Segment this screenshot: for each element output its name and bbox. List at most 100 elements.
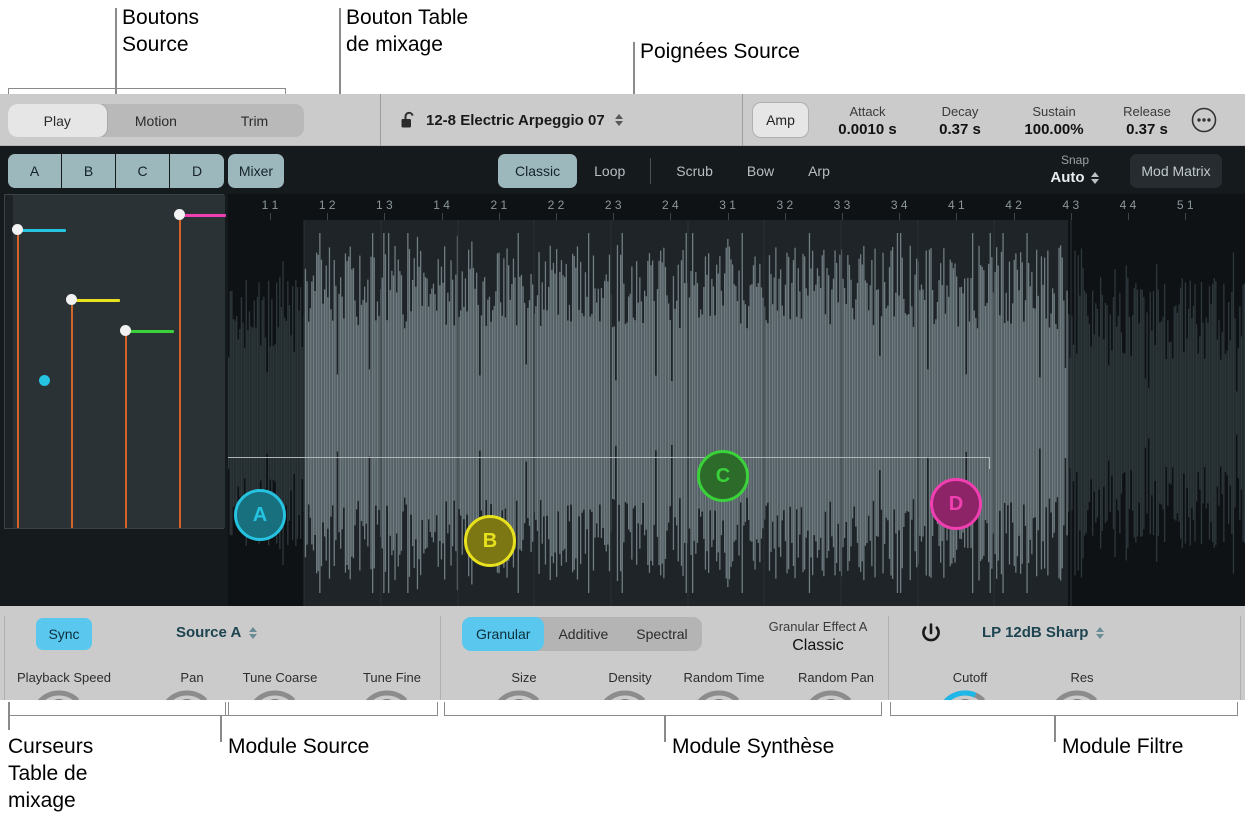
preset-stepper-icon[interactable] bbox=[614, 114, 624, 126]
mixer-level-c[interactable] bbox=[130, 330, 174, 333]
mixer-level-d[interactable] bbox=[184, 214, 226, 217]
snap-stepper-icon[interactable] bbox=[1090, 171, 1100, 184]
source-button-group[interactable]: A B C D bbox=[8, 154, 224, 188]
preset-name[interactable]: 12-8 Electric Arpeggio 07 bbox=[426, 112, 605, 129]
knob-dial[interactable] bbox=[688, 688, 760, 700]
power-icon[interactable] bbox=[920, 622, 942, 646]
mixer-channel-b[interactable] bbox=[67, 195, 121, 528]
view-mode-segmented-control[interactable]: Play Motion Trim bbox=[8, 104, 304, 137]
knob-dial[interactable] bbox=[28, 688, 100, 700]
snap-value[interactable]: Auto bbox=[1050, 169, 1084, 186]
envelope-decay[interactable]: Decay 0.37 s bbox=[915, 101, 1005, 141]
knob-dial[interactable] bbox=[156, 688, 228, 700]
envelope-decay-value[interactable]: 0.37 s bbox=[939, 120, 981, 139]
tab-motion[interactable]: Motion bbox=[107, 104, 206, 137]
module-divider-3 bbox=[888, 616, 889, 700]
sync-button[interactable]: Sync bbox=[36, 618, 92, 650]
granular-effect-value[interactable]: Classic bbox=[755, 635, 881, 656]
mod-matrix-button[interactable]: Mod Matrix bbox=[1130, 154, 1222, 188]
knob-size[interactable]: Size bbox=[472, 670, 576, 700]
envelope-attack[interactable]: Attack 0.0010 s bbox=[820, 101, 915, 141]
knob-dial[interactable] bbox=[594, 688, 666, 700]
knob-random-pan[interactable]: Random Pan bbox=[784, 670, 888, 700]
source-button-b[interactable]: B bbox=[62, 154, 116, 188]
envelope-sustain-value[interactable]: 100.00% bbox=[1024, 120, 1083, 139]
envelope-sustain[interactable]: Sustain 100.00% bbox=[1005, 101, 1103, 141]
play-mode-scrub[interactable]: Scrub bbox=[659, 154, 730, 188]
knob-res[interactable]: Res bbox=[1030, 670, 1134, 700]
play-mode-group[interactable]: Classic Loop Scrub Bow Arp bbox=[498, 154, 847, 188]
knob-dial[interactable] bbox=[488, 688, 560, 700]
callout-boutons-source: Boutons Source bbox=[122, 6, 200, 56]
source-handle-d[interactable]: D bbox=[930, 478, 982, 530]
source-handle-b[interactable]: B bbox=[464, 515, 516, 567]
envelope-release[interactable]: Release 0.37 s bbox=[1103, 101, 1191, 141]
more-options-icon[interactable] bbox=[1190, 106, 1218, 134]
mixer-handle-b[interactable] bbox=[66, 294, 77, 305]
snap-control[interactable]: Snap Auto bbox=[1030, 152, 1120, 186]
mixer-channel-a[interactable] bbox=[13, 195, 67, 528]
ruler-tick-1-1: 1 1 bbox=[261, 198, 279, 212]
ruler-mark bbox=[270, 213, 271, 220]
mixer-button[interactable]: Mixer bbox=[228, 154, 284, 188]
tab-play[interactable]: Play bbox=[8, 104, 107, 137]
knob-dial[interactable] bbox=[244, 688, 316, 700]
ruler-mark bbox=[498, 213, 500, 220]
source-selector-stepper-icon[interactable] bbox=[248, 626, 258, 639]
play-mode-loop[interactable]: Loop bbox=[577, 154, 642, 188]
play-mode-arp[interactable]: Arp bbox=[791, 154, 847, 188]
mixer-faders-panel[interactable] bbox=[4, 194, 226, 529]
knob-tune-coarse[interactable]: Tune Coarse bbox=[228, 670, 332, 700]
tab-trim[interactable]: Trim bbox=[205, 104, 304, 137]
leader-module-source bbox=[220, 716, 222, 742]
envelope-attack-value[interactable]: 0.0010 s bbox=[838, 120, 896, 139]
knob-random-time[interactable]: Random Time bbox=[672, 670, 776, 700]
ruler-mark bbox=[1128, 213, 1129, 220]
knob-tune-fine[interactable]: Tune Fine bbox=[340, 670, 444, 700]
source-handle-a[interactable]: A bbox=[234, 489, 286, 541]
mixer-channel-d[interactable] bbox=[175, 195, 225, 528]
granular-effect-display[interactable]: Granular Effect A Classic bbox=[755, 618, 881, 656]
preset-browser[interactable]: 12-8 Electric Arpeggio 07 bbox=[400, 94, 624, 146]
source-selector[interactable]: Source A bbox=[176, 624, 258, 641]
mixer-handle-a[interactable] bbox=[12, 224, 23, 235]
mixer-channel-c[interactable] bbox=[121, 195, 175, 528]
source-handle-c[interactable]: C bbox=[697, 450, 749, 502]
waveform-display[interactable]: 1 1 1 2 1 3 1 4 2 1 2 2 2 3 2 4 3 1 3 2 3 3 3 4 4 1 4… bbox=[228, 194, 1245, 606]
unlocked-padlock-icon[interactable] bbox=[400, 111, 417, 130]
source-toolbar: A B C D Mixer Classic Loop Scrub Bow Arp… bbox=[0, 146, 1245, 194]
source-button-a[interactable]: A bbox=[8, 154, 62, 188]
ruler-tick-4-1: 4 1 bbox=[948, 198, 965, 212]
mixer-handle-d[interactable] bbox=[174, 209, 185, 220]
mixer-handle-c[interactable] bbox=[120, 325, 131, 336]
knob-cutoff[interactable]: Cutoff bbox=[918, 670, 1022, 700]
source-selection-bracket[interactable] bbox=[228, 457, 990, 469]
timeline-ruler[interactable]: 1 1 1 2 1 3 1 4 2 1 2 2 2 3 2 4 3 1 3 2 3 3 3 4 4 1 4… bbox=[228, 194, 1245, 220]
knob-dial[interactable] bbox=[800, 688, 872, 700]
envelope-attack-label: Attack bbox=[849, 104, 886, 119]
source-button-c[interactable]: C bbox=[116, 154, 170, 188]
mixer-level-b[interactable] bbox=[76, 299, 120, 302]
mixer-level-a[interactable] bbox=[22, 229, 66, 232]
engine-spectral[interactable]: Spectral bbox=[622, 617, 701, 651]
play-mode-bow[interactable]: Bow bbox=[730, 154, 791, 188]
engine-additive[interactable]: Additive bbox=[544, 617, 622, 651]
engine-granular[interactable]: Granular bbox=[462, 617, 545, 651]
filter-type-selector[interactable]: LP 12dB Sharp bbox=[982, 624, 1105, 641]
ruler-tick-1-2: 1 2 bbox=[318, 198, 336, 212]
knob-dial[interactable] bbox=[1046, 688, 1118, 700]
knob-density[interactable]: Density bbox=[578, 670, 682, 700]
knob-dial[interactable] bbox=[934, 688, 1006, 700]
ruler-tick-3-4: 3 4 bbox=[890, 198, 908, 212]
knob-dial[interactable] bbox=[356, 688, 428, 700]
source-handle-c-label: C bbox=[715, 464, 731, 487]
filter-type-stepper-icon[interactable] bbox=[1095, 626, 1105, 639]
mixer-pan-dot-a[interactable] bbox=[39, 375, 50, 386]
amp-button[interactable]: Amp bbox=[753, 103, 808, 137]
synthesis-engine-group[interactable]: Granular Additive Spectral bbox=[462, 617, 702, 651]
knob-playback-speed[interactable]: Playback Speed bbox=[12, 670, 116, 700]
play-mode-classic[interactable]: Classic bbox=[498, 154, 578, 188]
alchemy-plugin-window: Play Motion Trim 12-8 Electric Arpeggio … bbox=[0, 94, 1245, 700]
envelope-release-value[interactable]: 0.37 s bbox=[1126, 120, 1168, 139]
source-button-d[interactable]: D bbox=[170, 154, 224, 188]
